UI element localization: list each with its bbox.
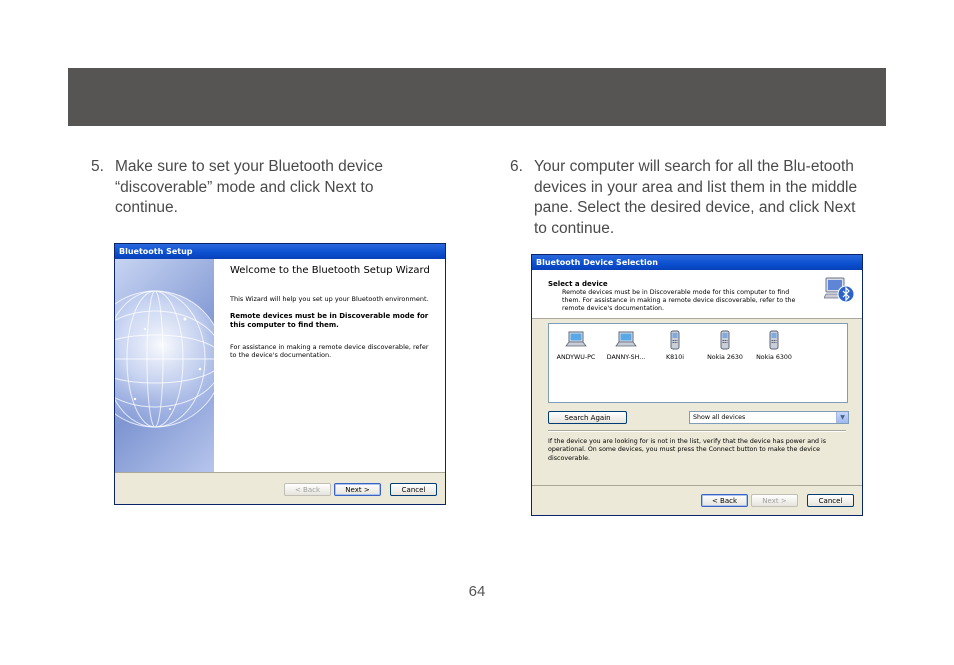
bluetooth-computer-icon (824, 277, 854, 303)
device-selection-window: Bluetooth Device Selection Select a devi… (531, 254, 863, 516)
search-again-button[interactable]: Search Again (548, 411, 627, 424)
device-filter-value: Show all devices (693, 414, 746, 421)
window-title: Bluetooth Device Selection (532, 255, 862, 270)
back-button[interactable]: < Back (284, 483, 331, 496)
device-name: ANDYWU-PC (556, 354, 596, 361)
content-divider (548, 430, 846, 432)
back-button[interactable]: < Back (701, 494, 748, 507)
next-button[interactable]: Next > (334, 483, 381, 496)
device-name: Nokia 6300 (756, 354, 792, 361)
window-title: Bluetooth Setup (115, 244, 445, 259)
device-hint: If the device you are looking for is not… (548, 438, 827, 462)
chevron-down-icon[interactable]: ▼ (836, 412, 848, 423)
device-name: DANNY-SH... (606, 354, 646, 361)
globe-graphic (115, 259, 214, 472)
device-item[interactable]: DANNY-SH... (601, 330, 651, 361)
section-description: Remote devices must be in Discoverable m… (562, 289, 796, 312)
section-title: Select a device (548, 280, 608, 288)
laptop-icon (565, 331, 587, 347)
footer-divider (532, 485, 862, 486)
footer-divider (115, 472, 445, 473)
wizard-assist-note: For assistance in making a remote device… (230, 343, 429, 359)
step-6-number: 6. (510, 158, 523, 175)
header-bar (68, 68, 886, 126)
device-item[interactable]: K810i (650, 330, 700, 361)
device-item[interactable]: Nokia 6300 (749, 330, 799, 361)
mobile-phone-icon (670, 330, 680, 350)
globe-icon (115, 290, 214, 428)
device-item[interactable]: Nokia 2630 (700, 330, 750, 361)
mobile-phone-icon (720, 330, 730, 350)
mobile-phone-icon (769, 330, 779, 350)
wizard-content: Welcome to the Bluetooth Setup Wizard Th… (115, 259, 445, 472)
step-5-number: 5. (91, 158, 104, 175)
device-name: Nokia 2630 (707, 354, 743, 361)
device-item[interactable]: ANDYWU-PC (551, 330, 601, 361)
bluetooth-setup-window: Bluetooth Setup Welcome to the Bluetooth… (114, 243, 446, 505)
wizard-heading: Welcome to the Bluetooth Setup Wizard (230, 265, 430, 276)
laptop-icon (615, 331, 637, 347)
next-button[interactable]: Next > (751, 494, 798, 507)
dialog-header: Select a device Remote devices must be i… (532, 270, 862, 319)
cancel-button[interactable]: Cancel (390, 483, 437, 496)
wizard-discoverable-note: Remote devices must be in Discoverable m… (230, 312, 429, 329)
device-name: K810i (666, 354, 684, 361)
page-number: 64 (468, 583, 486, 600)
step-5-text: Make sure to set your Bluetooth device “… (115, 158, 383, 216)
wizard-intro: This Wizard will help you set up your Bl… (230, 295, 429, 303)
device-list[interactable]: ANDYWU-PC DANNY-SH... K810i Nokia 2630 N… (548, 323, 848, 403)
step-6-text: Your computer will search for all the Bl… (534, 158, 858, 237)
device-filter-dropdown[interactable]: Show all devices ▼ (689, 411, 849, 424)
cancel-button[interactable]: Cancel (807, 494, 854, 507)
